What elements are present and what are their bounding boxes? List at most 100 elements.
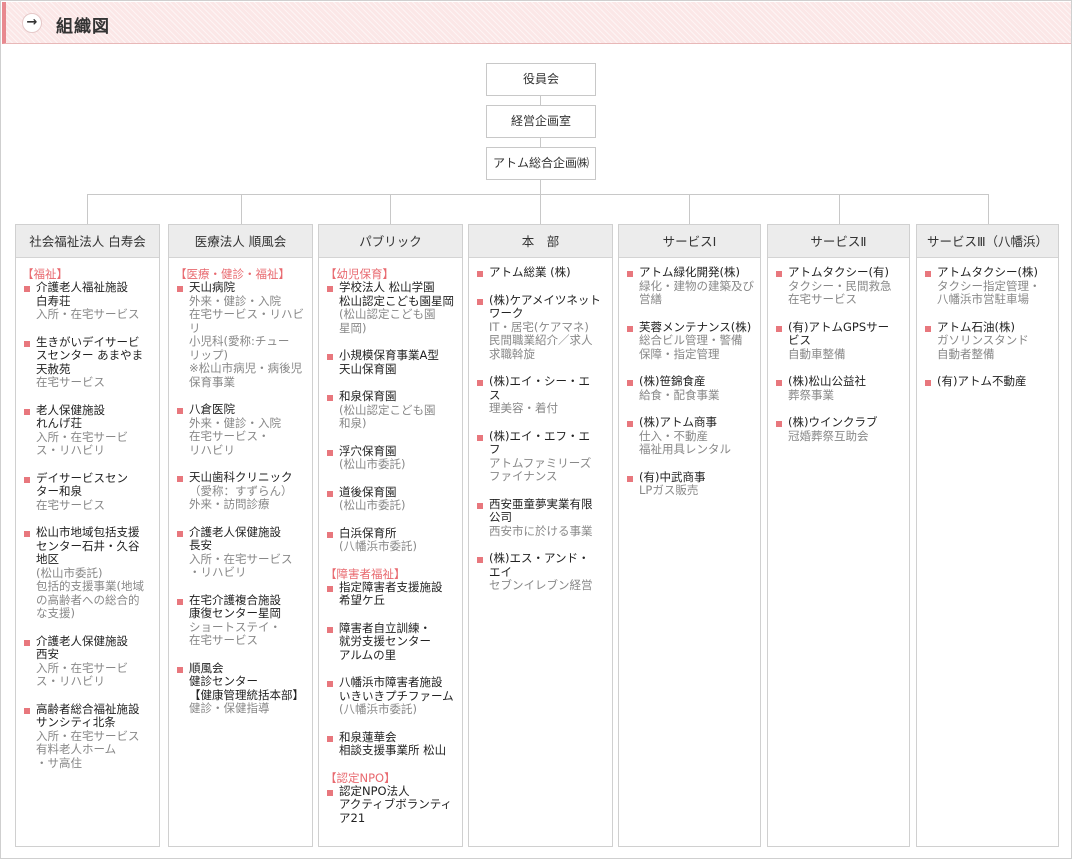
org-item-description: 入所・在宅サービス [36, 307, 140, 321]
org-item-name: 小規模保育事業A型 天山保育園 [339, 348, 439, 376]
org-item-name: 八倉医院 [189, 402, 235, 416]
org-item-name: 介護老人保健施設 長安 [189, 524, 281, 552]
org-item-name: (株)エイ・シー・エ ス [489, 374, 590, 402]
org-item-description: 仕入・不動産 福祉用具レンタル [639, 428, 731, 456]
org-item-description: 入所・在宅サービス 有料老人ホーム ・サ高住 [36, 728, 140, 770]
org-item: 八幡浜市障害者施設 いきいきプチファーム (八幡浜市委託) [325, 675, 456, 717]
branch-drop-line [390, 194, 391, 224]
org-item: 天山病院 外来・健診・入院 在宅サービス・リハビリ 小児科(愛称:チュー リップ)… [175, 280, 306, 389]
board-box: 役員会 [486, 63, 596, 96]
org-item-description: 在宅サービス [36, 497, 105, 512]
org-item-name: (有)アトムGPSサー ビス [788, 319, 890, 347]
org-item-description: 自動車整備 [788, 346, 846, 361]
org-item: 指定障害者支援施設 希望ケ丘 [325, 580, 456, 608]
org-item-name: 和泉保育園 [339, 389, 397, 403]
org-column: 医療法人 順風会 【医療・健診・福祉】 天山病院 外来・健診・入院 在宅サービス・リハ… [168, 224, 313, 847]
planning-office-box: 経営企画室 [486, 105, 596, 138]
org-item-name: (株)エイ・エフ・エ フ [489, 428, 590, 456]
org-item-name: 八幡浜市障害者施設 いきいきプチファーム [339, 675, 454, 703]
org-item-name: 松山市地域包括支援 センター石井・久谷 地区 [36, 525, 140, 566]
connector-line [540, 138, 541, 147]
org-item-description: 冠婚葬祭互助会 [788, 428, 869, 443]
org-item: デイサービスセン ター和泉 在宅サービス [22, 471, 153, 513]
org-item-description: 入所・在宅サービ ス・リハビリ [36, 429, 128, 457]
org-column: サービスⅡ アトムタクシー(有) タクシー・民間救急 在宅サービス (有)アトムGPS… [767, 224, 910, 847]
org-item: (株)ケアメイツネット ワーク IT・居宅(ケアマネ) 民間職業紹介／求人 求職斡… [475, 293, 606, 362]
org-item-name: 介護老人福祉施設 白寿荘 [36, 280, 128, 308]
org-item-description: 外来・健診・入院 在宅サービス・リハビリ 小児科(愛称:チュー リップ) ※松山… [189, 293, 304, 389]
org-item-description: IT・居宅(ケアマネ) 民間職業紹介／求人 求職斡旋 [489, 319, 593, 361]
org-item-description: 緑化・建物の建築及び 営繕 [639, 278, 754, 306]
org-item: (有)アトムGPSサー ビス 自動車整備 [774, 319, 903, 362]
org-column: サービスⅠ アトム緑化開発(株) 緑化・建物の建築及び 営繕 芙蓉メンテナンス(株)… [618, 224, 761, 847]
org-item-description: セブンイレブン経営 [489, 578, 593, 592]
org-item-name: (有)中武商事 [639, 469, 706, 484]
org-item: 生きがいデイサービ スセンター あまやま 天赦苑 在宅サービス [22, 334, 153, 390]
org-item: (株)エス・アンド・ エイ セブンイレブン経営 [475, 551, 606, 593]
org-item-description: 健診・保健指導 [189, 701, 270, 715]
org-item-name: 障害者自立訓練・ 就労支援センター アルムの里 [339, 620, 431, 662]
org-item-name: (株)アトム商事 [639, 415, 717, 429]
org-item-name: アトム緑化開発(株) [639, 265, 740, 279]
category-label: 【認定NPO】 [325, 770, 396, 785]
org-item-description: 西安市に於ける事業 [489, 523, 593, 538]
org-item-description: （愛称：すずらん） 外来・訪問診療 [189, 483, 293, 511]
org-item-description: 入所・在宅サービ ス・リハビリ [36, 660, 128, 688]
org-item: 西安亜童夢実業有限 公司 西安市に於ける事業 [475, 496, 606, 539]
org-item-description: 在宅サービス [36, 375, 105, 389]
org-item: (株)エイ・エフ・エ フアトムファミリーズ ファイナンス [475, 428, 606, 484]
org-item: 障害者自立訓練・ 就労支援センター アルムの里 [325, 620, 456, 663]
org-item: 介護老人福祉施設 白寿荘 入所・在宅サービス [22, 280, 153, 322]
org-item: (株)松山公益社 葬祭事業 [774, 374, 903, 402]
branch-line [87, 194, 989, 195]
org-item-name: 生きがいデイサービ スセンター あまやま 天赦苑 [36, 334, 144, 376]
column-header: 本 部 [469, 225, 612, 258]
org-item: 小規模保育事業A型 天山保育園 [325, 348, 456, 376]
org-item-name: 天山病院 [189, 280, 235, 294]
column-body: アトム緑化開発(株) 緑化・建物の建築及び 営繕 芙蓉メンテナンス(株) 総合ビル管… [619, 258, 760, 498]
org-item-name: 老人保健施設 れんげ荘 [36, 402, 105, 430]
org-item-description: タクシー・民間救急 在宅サービス [788, 278, 892, 306]
column-header: サービスⅢ（八幡浜） [917, 225, 1058, 258]
branch-drop-line [87, 194, 88, 224]
org-item-description: タクシー指定管理・ 八幡浜市営駐車場 [937, 278, 1041, 306]
org-item-name: 学校法人 松山学園 松山認定こども園星岡 [339, 280, 454, 308]
org-item: 浮穴保育園 (松山市委託) [325, 444, 456, 472]
org-item: 学校法人 松山学園 松山認定こども園星岡 (松山認定こども園 星岡) [325, 280, 456, 335]
column-body: 【福祉】 介護老人福祉施設 白寿荘 入所・在宅サービス 生きがいデイサービ スセンター… [16, 258, 159, 770]
org-item-description: ガソリンスタンド 自動者整備 [937, 333, 1029, 361]
column-body: アトムタクシー(株) タクシー指定管理・ 八幡浜市営駐車場 アトム石油(株) ガソリン… [917, 258, 1058, 389]
org-item: 天山歯科クリニック （愛称：すずらん） 外来・訪問診療 [175, 470, 306, 512]
org-item: アトム石油(株) ガソリンスタンド 自動者整備 [923, 320, 1052, 362]
org-item: 介護老人保健施設 西安 入所・在宅サービ ス・リハビリ [22, 634, 153, 689]
org-item-description: (松山市委託) 包括的支援事業(地域 の高齢者への総合的 な支援) [36, 565, 144, 620]
org-item-description: ショートステイ・ 在宅サービス [189, 619, 281, 647]
org-item-name: (有)アトム不動産 [937, 374, 1027, 388]
org-item-name: 順風会 健診センター 【健康管理統括本部】 [189, 660, 304, 702]
org-item-name: 西安亜童夢実業有限 公司 [489, 496, 593, 524]
org-item: 介護老人保健施設 長安 入所・在宅サービス ・リハビリ [175, 524, 306, 580]
org-item-name: (株)笹錦食産 [639, 374, 706, 388]
column-header: パブリック [319, 225, 462, 258]
branch-drop-line [689, 194, 690, 224]
org-item-description: (松山市委託) [339, 498, 406, 512]
org-item: 認定NPO法人 アクティブボランティ ア21 [325, 784, 456, 826]
org-column: 社会福祉法人 白寿会 【福祉】 介護老人福祉施設 白寿荘 入所・在宅サービス 生きがいデ… [15, 224, 160, 847]
column-body: 【医療・健診・福祉】 天山病院 外来・健診・入院 在宅サービス・リハビリ 小児科(愛… [169, 258, 312, 716]
org-item-description: 給食・配食事業 [639, 387, 720, 402]
page-title: 組織図 [56, 17, 110, 37]
org-item: (株)ウインクラブ 冠婚葬祭互助会 [774, 415, 903, 443]
org-item: 高齢者総合福祉施設 サンシティ北条 入所・在宅サービス 有料老人ホーム ・サ高住 [22, 702, 153, 771]
org-item: (有)アトム不動産 [923, 374, 1052, 389]
connector-line [540, 96, 541, 105]
column-header: サービスⅡ [768, 225, 909, 258]
connector-line [540, 180, 541, 195]
org-column: サービスⅢ（八幡浜） アトムタクシー(株) タクシー指定管理・ 八幡浜市営駐車場 アト… [916, 224, 1059, 847]
org-item-name: アトム総業 (株) [489, 265, 571, 279]
column-header: 社会福祉法人 白寿会 [16, 225, 159, 258]
org-item: 和泉保育園 (松山認定こども園 和泉) [325, 389, 456, 431]
org-item: 和泉蓮華会 相談支援事業所 松山 [325, 730, 456, 758]
org-item: (有)中武商事 LPガス販売 [625, 469, 754, 498]
org-item-name: 道後保育園 [339, 484, 397, 499]
category-label: 【障害者福祉】 [325, 566, 406, 581]
